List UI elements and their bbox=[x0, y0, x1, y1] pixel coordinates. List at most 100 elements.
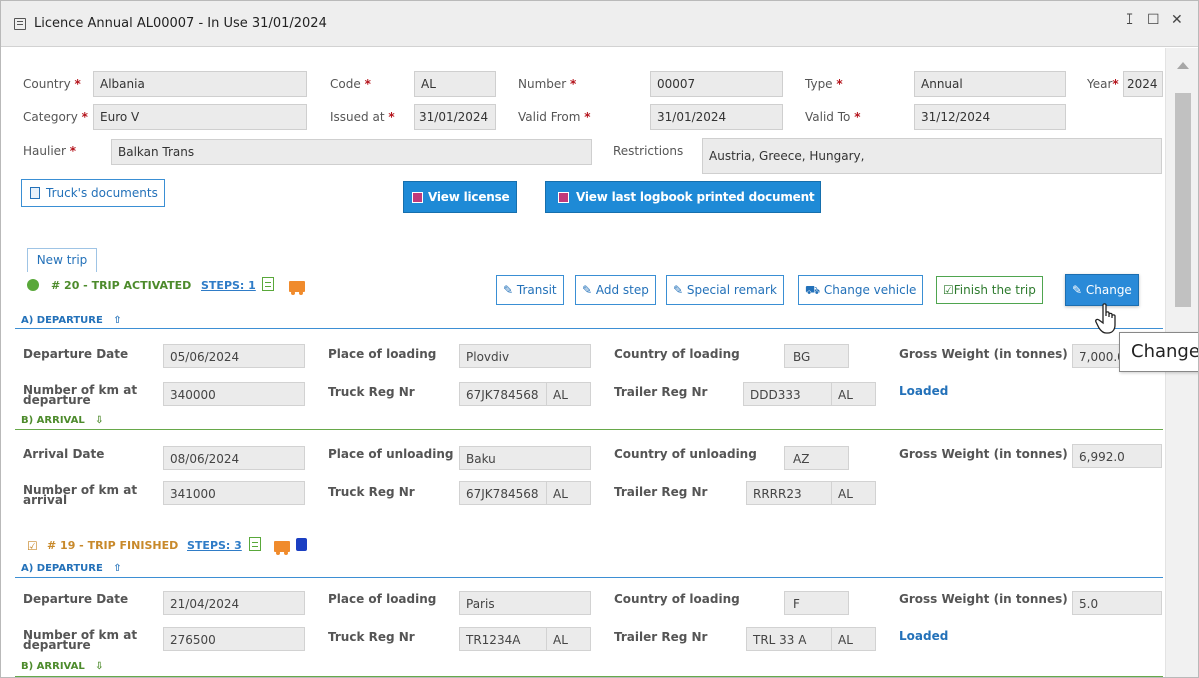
arrival-trailer-reg-field: RRRR23 bbox=[746, 481, 834, 505]
valid-from-label: Valid From * bbox=[518, 110, 591, 124]
change-vehicle-label: Change vehicle bbox=[823, 283, 917, 297]
special-remark-button[interactable]: ✎ Special remark bbox=[666, 275, 784, 305]
view-license-button[interactable]: View license bbox=[403, 181, 517, 213]
trip-19-departure-date-field: 21/04/2024 bbox=[163, 591, 305, 615]
truck-country-field: AL bbox=[546, 382, 591, 406]
country-of-unloading-field: AZ bbox=[784, 446, 849, 470]
window-icon bbox=[14, 18, 26, 30]
close-icon[interactable]: ✕ bbox=[1171, 12, 1183, 28]
checkbox-icon: ☑ bbox=[27, 539, 38, 553]
arrival-truck-country-field: AL bbox=[546, 481, 591, 505]
trip-19-place-of-loading-label: Place of loading bbox=[328, 592, 437, 606]
add-step-button[interactable]: ✎ Add step bbox=[575, 275, 656, 305]
document-icon[interactable] bbox=[262, 277, 274, 291]
trip-20-steps-link[interactable]: STEPS: 1 bbox=[201, 279, 256, 292]
arrival-gross-weight-field: 6,992.0 bbox=[1072, 444, 1162, 468]
view-last-logbook-button[interactable]: View last logbook printed document bbox=[545, 181, 822, 213]
licence-window: Licence Annual AL00007 - In Use 31/01/20… bbox=[0, 0, 1199, 678]
trip-19-trailer-reg-field: TRL 33 A bbox=[746, 627, 834, 651]
number-field: 00007 bbox=[650, 71, 783, 97]
trip-19-place-of-loading-field: Paris bbox=[459, 591, 591, 615]
change-button[interactable]: ✎ Change bbox=[1065, 274, 1139, 306]
pdf-icon bbox=[558, 192, 569, 203]
transit-label: Transit bbox=[516, 283, 557, 297]
valid-to-field: 31/12/2024 bbox=[914, 104, 1066, 130]
arrival-divider bbox=[15, 429, 1163, 430]
change-tooltip: Change bbox=[1119, 332, 1198, 372]
trailer-reg-field: DDD333 bbox=[743, 382, 833, 406]
trip-19-trailer-reg-label: Trailer Reg Nr bbox=[614, 630, 708, 644]
place-of-loading-label: Place of loading bbox=[328, 347, 437, 361]
view-last-logbook-label: View last logbook printed document bbox=[576, 190, 815, 204]
haulier-label: Haulier * bbox=[23, 144, 77, 158]
km-at-departure-field: 340000 bbox=[163, 382, 305, 406]
trailer-reg-label: Trailer Reg Nr bbox=[614, 385, 708, 399]
lock-icon[interactable] bbox=[296, 537, 307, 551]
arrival-date-label: Arrival Date bbox=[23, 447, 105, 461]
maximize-icon[interactable]: ☐ bbox=[1147, 12, 1160, 28]
country-of-loading-field: BG bbox=[784, 344, 849, 368]
category-field: Euro V bbox=[93, 104, 307, 130]
departure-date-field: 05/06/2024 bbox=[163, 344, 305, 368]
title-bar: Licence Annual AL00007 - In Use 31/01/20… bbox=[1, 1, 1198, 47]
special-remark-label: Special remark bbox=[686, 283, 777, 297]
arrival-trailer-country-field: AL bbox=[831, 481, 876, 505]
trip-19-trailer-country-field: AL bbox=[831, 627, 876, 651]
trip-19-departure-divider bbox=[15, 577, 1163, 578]
trip-19-steps-link[interactable]: STEPS: 3 bbox=[187, 539, 242, 552]
year-label: Year* bbox=[1087, 77, 1119, 91]
trailer-country-field: AL bbox=[831, 382, 876, 406]
truck-icon[interactable] bbox=[289, 279, 305, 295]
valid-from-field: 31/01/2024 bbox=[650, 104, 783, 130]
scroll-thumb[interactable] bbox=[1175, 93, 1191, 307]
code-field: AL bbox=[414, 71, 496, 97]
transit-button[interactable]: ✎ Transit bbox=[496, 275, 564, 305]
departure-section-title: A) DEPARTURE ⇧ bbox=[21, 315, 122, 326]
arrival-date-field: 08/06/2024 bbox=[163, 446, 305, 470]
country-field: Albania bbox=[93, 71, 307, 97]
pin-icon[interactable]: ꕯ bbox=[1126, 12, 1133, 28]
country-label: Country * bbox=[23, 77, 81, 91]
document-icon[interactable] bbox=[249, 537, 261, 551]
gross-weight-label: Gross Weight (in tonnes) bbox=[899, 347, 1068, 361]
valid-to-label: Valid To * bbox=[805, 110, 861, 124]
document-icon bbox=[30, 187, 40, 199]
finish-trip-button[interactable]: ☑Finish the trip bbox=[936, 276, 1043, 304]
restrictions-label: Restrictions bbox=[613, 144, 684, 158]
type-field: Annual bbox=[914, 71, 1066, 97]
trip-19-country-of-loading-label: Country of loading bbox=[614, 592, 740, 606]
country-of-loading-label: Country of loading bbox=[614, 347, 740, 361]
arrival-truck-reg-field: 67JK784568 bbox=[459, 481, 549, 505]
type-label: Type * bbox=[805, 77, 843, 91]
scroll-up-icon[interactable] bbox=[1177, 62, 1189, 69]
view-license-label: View license bbox=[428, 190, 510, 204]
truck-icon[interactable] bbox=[274, 539, 290, 555]
trucks-documents-label: Truck's documents bbox=[46, 186, 158, 200]
place-of-unloading-field: Baku bbox=[459, 446, 591, 470]
restrictions-field: Austria, Greece, Hungary, bbox=[702, 138, 1162, 174]
place-of-unloading-label: Place of unloading bbox=[328, 447, 454, 461]
trip-19-gross-weight-label: Gross Weight (in tonnes) bbox=[899, 592, 1068, 606]
trip-19-title: # 19 - TRIP FINISHED bbox=[47, 539, 179, 552]
loaded-link[interactable]: Loaded bbox=[899, 384, 948, 398]
trip-20-title: # 20 - TRIP ACTIVATED bbox=[51, 279, 192, 292]
pdf-icon bbox=[412, 192, 423, 203]
trip-19-arrival-divider bbox=[15, 676, 1163, 677]
trip-19-departure-title: A) DEPARTURE ⇧ bbox=[21, 563, 122, 574]
trip-19-truck-country-field: AL bbox=[546, 627, 591, 651]
new-trip-tab[interactable]: New trip bbox=[27, 248, 97, 272]
finish-trip-label: Finish the trip bbox=[953, 283, 1036, 297]
change-label: Change bbox=[1085, 283, 1132, 297]
issued-label: Issued at * bbox=[330, 110, 395, 124]
change-vehicle-button[interactable]: ⛟ Change vehicle bbox=[798, 275, 924, 305]
trip-19-truck-reg-label: Truck Reg Nr bbox=[328, 630, 415, 644]
trip-19-arrival-title: B) ARRIVAL ⇩ bbox=[21, 661, 104, 672]
code-label: Code * bbox=[330, 77, 371, 91]
trip-19-truck-reg-field: TR1234A bbox=[459, 627, 549, 651]
trucks-documents-button[interactable]: Truck's documents bbox=[21, 179, 165, 207]
trip-19-loaded-link[interactable]: Loaded bbox=[899, 629, 948, 643]
window-title: Licence Annual AL00007 - In Use 31/01/20… bbox=[34, 16, 327, 31]
trip-19-departure-date-label: Departure Date bbox=[23, 592, 129, 606]
km-at-arrival-label: Number of km at arrival bbox=[23, 483, 138, 507]
arrival-trailer-reg-label: Trailer Reg Nr bbox=[614, 485, 708, 499]
